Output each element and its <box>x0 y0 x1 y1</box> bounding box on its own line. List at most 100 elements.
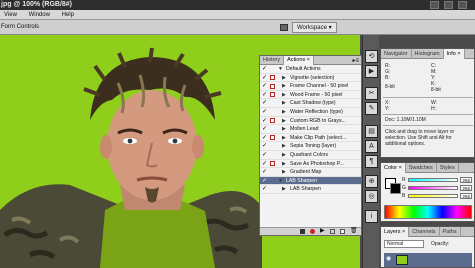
menu-help[interactable]: Help <box>62 12 74 18</box>
action-row[interactable]: ✓ ▶ Save As Photoshop P... <box>260 160 361 169</box>
action-set-row[interactable]: ✓ ▼ Default Actions <box>260 65 361 74</box>
toggle-checkbox-icon[interactable]: ✓ <box>262 152 268 158</box>
tab-info[interactable]: Info × <box>443 49 465 59</box>
layer-comps-dock-icon[interactable]: ▤ <box>365 125 378 138</box>
toggle-checkbox-icon[interactable]: ✓ <box>262 143 268 149</box>
bit-depth-left: 8-bit <box>385 84 395 90</box>
dialog-toggle-icon[interactable] <box>270 92 275 98</box>
stop-icon[interactable] <box>300 229 305 234</box>
toggle-checkbox-icon[interactable]: ✓ <box>262 186 268 192</box>
menu-view[interactable]: View <box>4 12 17 18</box>
expand-triangle-closed-icon[interactable]: ▶ <box>282 125 286 133</box>
action-row[interactable]: ✓ ▶ Gradient Map <box>260 168 361 177</box>
toggle-checkbox-icon[interactable]: ✓ <box>262 126 268 132</box>
action-row[interactable]: ✓ ▶ Molten Lead <box>260 125 361 134</box>
action-row[interactable]: ✓ ▶ Wood Frame - 50 pixel <box>260 91 361 100</box>
expand-triangle-closed-icon[interactable]: ▶ <box>282 82 286 90</box>
toggle-checkbox-icon[interactable]: ✓ <box>262 66 268 72</box>
dialog-toggle-icon[interactable] <box>270 83 275 89</box>
expand-triangle-closed-icon[interactable]: ▶ <box>282 185 286 193</box>
layer-row-background[interactable]: ◉ <box>384 253 472 267</box>
blend-mode-select[interactable]: Normal <box>384 240 424 248</box>
close-button[interactable] <box>458 1 467 9</box>
toggle-checkbox-icon[interactable]: ✓ <box>262 169 268 175</box>
window-titlebar: jpg @ 100% (RGB/8#) <box>0 0 475 10</box>
dialog-toggle-icon[interactable] <box>270 161 275 167</box>
tab-history[interactable]: History <box>260 56 285 65</box>
toggle-checkbox-icon[interactable]: ✓ <box>262 100 268 106</box>
expand-triangle-closed-icon[interactable]: ▶ <box>282 151 286 159</box>
paragraph-dock-icon[interactable]: ¶ <box>365 155 378 168</box>
tab-styles[interactable]: Styles <box>437 163 459 173</box>
new-action-icon[interactable] <box>340 229 345 234</box>
toggle-checkbox-icon[interactable]: ✓ <box>262 92 268 98</box>
history-dock-icon[interactable]: ⟲ <box>365 50 378 63</box>
info-dock-icon[interactable]: i <box>365 210 378 223</box>
tab-histogram[interactable]: Histogram <box>412 49 444 59</box>
expand-triangle-open-icon[interactable]: ▼ <box>278 177 283 185</box>
brush-dock-icon[interactable]: ✎ <box>365 102 378 115</box>
workspace-button[interactable]: Workspace ▾ <box>292 22 337 33</box>
play-icon[interactable]: ▶ <box>320 228 325 235</box>
action-row[interactable]: ✓ ▶ LAB Sharpen <box>260 185 361 194</box>
dialog-toggle-icon[interactable] <box>270 75 275 81</box>
tab-navigator[interactable]: Navigator <box>381 49 412 59</box>
expand-triangle-closed-icon[interactable]: ▶ <box>282 134 286 142</box>
channel-b-slider[interactable] <box>408 194 458 198</box>
clone-dock-icon[interactable]: ⊕ <box>365 175 378 188</box>
eye-icon[interactable]: ◉ <box>386 256 392 262</box>
toggle-checkbox-icon[interactable]: ✓ <box>262 75 268 81</box>
color-spectrum-ramp[interactable] <box>384 205 472 219</box>
toggle-checkbox-icon[interactable]: ✓ <box>262 118 268 124</box>
channel-g-value[interactable]: 255 <box>460 185 472 191</box>
expand-triangle-open-icon[interactable]: ▼ <box>278 65 283 73</box>
action-row[interactable]: ✓ ▶ Cast Shadow (type) <box>260 99 361 108</box>
tab-channels[interactable]: Channels <box>409 227 440 237</box>
trash-icon[interactable]: 🗑 <box>350 228 358 235</box>
action-row[interactable]: ✓ ▶ Make Clip Path (select... <box>260 134 361 143</box>
actions-dock-icon[interactable]: ▶ <box>365 65 378 78</box>
action-row[interactable]: ✓ ▶ Quadrant Colors <box>260 151 361 160</box>
expand-triangle-closed-icon[interactable]: ▶ <box>282 91 286 99</box>
action-row[interactable]: ✓ ▶ Sepia Toning (layer) <box>260 142 361 151</box>
tab-paths[interactable]: Paths <box>440 227 461 237</box>
toggle-checkbox-icon[interactable]: ✓ <box>262 109 268 115</box>
expand-triangle-closed-icon[interactable]: ▶ <box>282 168 286 176</box>
channel-r-slider[interactable] <box>408 178 458 182</box>
toggle-checkbox-icon[interactable]: ✓ <box>262 83 268 89</box>
toggle-checkbox-icon[interactable]: ✓ <box>262 178 268 184</box>
action-row[interactable]: ✓ ▶ Custom RGB to Grays... <box>260 117 361 126</box>
expand-triangle-closed-icon[interactable]: ▶ <box>282 117 286 125</box>
dialog-toggle-icon[interactable] <box>270 118 275 124</box>
tab-color[interactable]: Color × <box>381 163 406 173</box>
tab-actions[interactable]: Actions × <box>284 56 314 65</box>
expand-triangle-closed-icon[interactable]: ▶ <box>282 99 286 107</box>
expand-triangle-closed-icon[interactable]: ▶ <box>282 160 286 168</box>
channel-g-slider[interactable] <box>408 186 458 190</box>
channel-r-value[interactable]: 255 <box>460 177 472 183</box>
dialog-toggle-icon[interactable] <box>270 135 275 141</box>
action-row[interactable]: ✓ ▶ Frame Channel - 50 pixel <box>260 82 361 91</box>
toggle-checkbox-icon[interactable]: ✓ <box>262 161 268 167</box>
tab-swatches[interactable]: Swatches <box>406 163 437 173</box>
minimize-button[interactable] <box>430 1 439 9</box>
navigator-dock-icon[interactable]: ◎ <box>365 190 378 203</box>
menu-window[interactable]: Window <box>29 12 50 18</box>
record-icon[interactable] <box>310 229 315 234</box>
character-dock-icon[interactable]: A <box>365 140 378 153</box>
expand-triangle-closed-icon[interactable]: ▶ <box>282 74 286 82</box>
tab-layers[interactable]: Layers × <box>381 227 410 237</box>
panel-menu-icon[interactable]: ▸≡ <box>352 57 359 64</box>
new-set-icon[interactable] <box>330 229 335 234</box>
action-row[interactable]: ✓ ▶ Vignette (selection) <box>260 74 361 83</box>
channel-b-value[interactable]: 255 <box>460 193 472 199</box>
expand-triangle-closed-icon[interactable]: ▶ <box>282 108 286 116</box>
tools-dock-icon[interactable]: ✂ <box>365 87 378 100</box>
toggle-checkbox-icon[interactable]: ✓ <box>262 135 268 141</box>
background-color-swatch[interactable] <box>390 183 401 194</box>
window-title: jpg @ 100% (RGB/8#) <box>1 1 73 8</box>
action-set-row[interactable]: ✓ ▼ LAB Sharpen <box>260 176 361 186</box>
maximize-button[interactable] <box>444 1 453 9</box>
action-row[interactable]: ✓ ▶ Water Reflection (type) <box>260 108 361 117</box>
expand-triangle-closed-icon[interactable]: ▶ <box>282 142 286 150</box>
